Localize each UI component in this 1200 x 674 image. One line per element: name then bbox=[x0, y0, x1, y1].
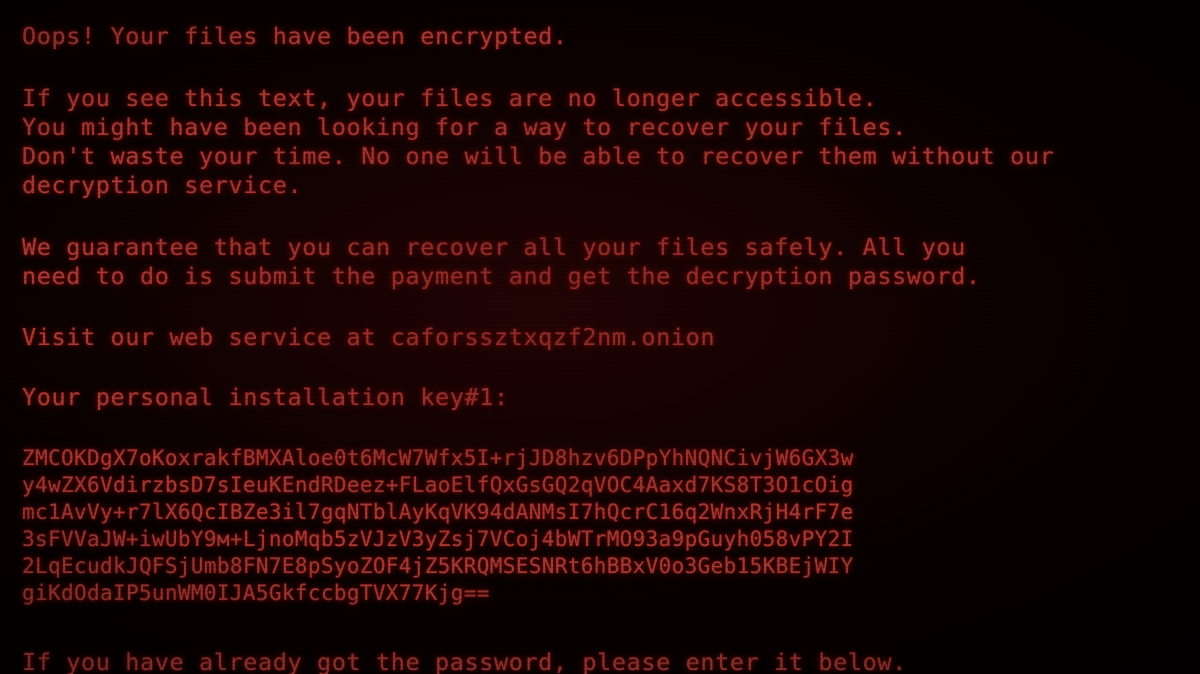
installation-key-line: mc1AvVy+r7lX6QcIBZe3il7gqNTblAyKqVK94dAN… bbox=[22, 500, 854, 524]
console-text-area: Oops! Your files have been encrypted. If… bbox=[0, 0, 1200, 674]
intro-line-1: If you see this text, your files are no … bbox=[22, 84, 878, 112]
installation-key-line: y4wZX6VdirzbsD7sIeuKEndRDeez+FLaoElfQxGs… bbox=[22, 473, 854, 497]
installation-key-line: giKdOdaIP5unWM0IJA5GkfccbgTVX77Kjg== bbox=[22, 581, 490, 605]
intro-line-3: Don't waste your time. No one will be ab… bbox=[22, 142, 1055, 170]
installation-key-label: Your personal installation key#1: bbox=[22, 383, 509, 411]
intro-line-4: decryption service. bbox=[22, 171, 303, 199]
headline-text: Oops! Your files have been encrypted. bbox=[22, 22, 568, 50]
guarantee-line-1: We guarantee that you can recover all yo… bbox=[22, 233, 966, 261]
web-service-line: Visit our web service at caforssztxqzf2n… bbox=[22, 323, 716, 351]
intro-line-2: You might have been looking for a way to… bbox=[22, 113, 907, 141]
ransomware-lock-screen: Oops! Your files have been encrypted. If… bbox=[0, 0, 1200, 674]
installation-key-line: ZMCOKDgX7oKoxrakfBMXAloe0t6McW7Wfx5I+rjJ… bbox=[22, 446, 854, 470]
installation-key-line: 2LqEcudkJQFSjUmb8FN7E8pSyoZOF4jZ5KRQMSES… bbox=[22, 554, 854, 578]
password-prompt-text: If you have already got the password, pl… bbox=[22, 650, 907, 674]
installation-key-line: 3sFVVaJW+iwUbY9м+LjnoMqb5zVJzV3yZsj7VCoj… bbox=[22, 527, 854, 551]
guarantee-line-2: need to do is submit the payment and get… bbox=[22, 262, 981, 290]
